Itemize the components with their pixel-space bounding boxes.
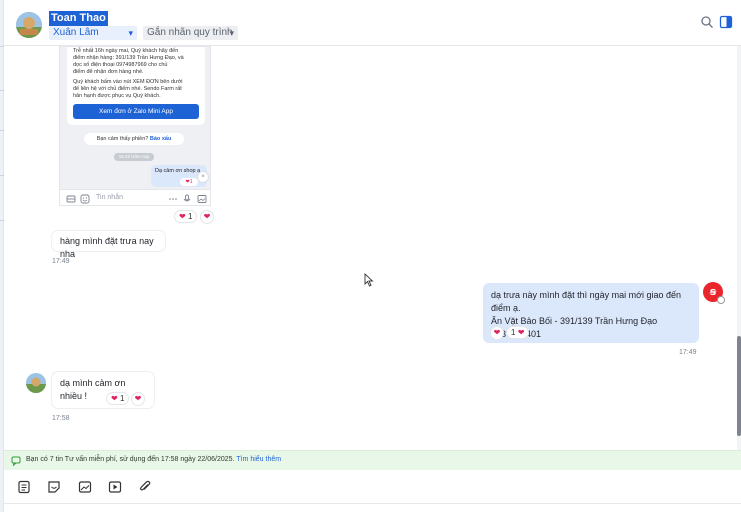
incoming-message[interactable]: hàng mình đặt trưa nay nha [52, 231, 165, 259]
card-text: hân hạnh được phục vụ Quý khách. [73, 93, 161, 99]
tag-select[interactable]: Gắn nhãn quy trình ▾ [143, 26, 238, 40]
view-order-button: Xem đơn ở Zalo Mini App [73, 104, 199, 119]
tag-select-value: Gắn nhãn quy trình [147, 27, 233, 38]
react-heart-button[interactable]: ❤ [131, 392, 145, 406]
reaction-count: 1 [511, 328, 516, 337]
chat-header: Toan Thao Xuân Lâm ▾ Gắn nhãn quy trình … [4, 0, 741, 46]
inbox-icon [66, 195, 76, 203]
microphone-icon [183, 194, 191, 202]
heart-icon: ❤ [179, 212, 186, 221]
notice-text: Bạn có 7 tin Tư vấn miễn phí, sử dụng đế… [26, 456, 235, 463]
time-chip: 16:22 Hôm nay [114, 153, 154, 161]
composer-input-area[interactable] [4, 504, 741, 512]
card-text: dọc số điện thoại 0974987969 cho chủ [73, 62, 168, 68]
contact-name[interactable]: Toan Thao [49, 11, 108, 26]
card-text: để liên hệ với chủ điểm nhé. Sendo Farm … [73, 86, 182, 92]
scrollbar-thumb[interactable] [737, 336, 741, 436]
reaction-pill[interactable]: ❤ 1 [174, 210, 198, 223]
chat-bubble-icon [11, 456, 21, 466]
video-icon[interactable] [108, 480, 122, 494]
chevron-down-icon: ▾ [128, 28, 133, 38]
sticker-icon[interactable] [47, 480, 61, 494]
chevron-down-icon: ▾ [229, 28, 234, 38]
emoji-icon [80, 194, 90, 204]
shop-avatar[interactable]: ꞩ [703, 282, 725, 304]
contact-avatar[interactable] [16, 12, 42, 38]
embedded-input-placeholder: Tin nhắn [96, 194, 123, 201]
message-text: dạ trưa này mình đặt thì ngày mai mới gi… [491, 290, 682, 313]
attachment-icon[interactable] [138, 480, 152, 494]
card-text: Quý khách bấm vào nút XEM ĐƠN bên dưới [73, 79, 183, 85]
learn-more-link[interactable]: Tìm hiểu thêm [236, 456, 281, 463]
area-select[interactable]: Xuân Lâm ▾ [49, 26, 137, 40]
message-time: 17:49 [679, 349, 697, 356]
react-heart-button[interactable]: ❤ [490, 326, 504, 340]
message-text: hàng mình đặt trưa nay nha [60, 236, 154, 259]
scrollbar[interactable] [737, 46, 741, 450]
react-heart-button[interactable]: ❤ [200, 210, 214, 224]
feedback-question: Bạn cảm thấy phiền? [96, 136, 149, 142]
area-select-value: Xuân Lâm [53, 27, 99, 38]
reaction-count: 1 [187, 212, 193, 221]
image-icon [197, 195, 207, 203]
search-icon[interactable] [700, 15, 714, 29]
embedded-input-bar: Tin nhắn [60, 189, 210, 205]
heart-icon: ❤ [517, 328, 525, 337]
reaction-pill[interactable]: 1 ❤ [506, 326, 530, 339]
heart-icon: ❤ [111, 394, 118, 403]
image-icon[interactable] [78, 480, 92, 494]
free-consult-notice: Bạn có 7 tin Tư vấn miễn phí, sử dụng đế… [4, 450, 741, 470]
reaction-count: 1 [119, 394, 125, 403]
close-icon: × [197, 171, 209, 183]
quick-message-icon[interactable] [17, 480, 31, 494]
order-card: Trễ nhất 16h ngày mai, Quý khách hãy đến… [67, 47, 205, 125]
message-list[interactable]: Trễ nhất 16h ngày mai, Quý khách hãy đến… [4, 46, 737, 450]
message-time: 17:58 [52, 415, 70, 422]
mouse-cursor-icon [364, 273, 374, 287]
more-icon [169, 198, 177, 200]
embedded-reaction-count: 1 [189, 179, 193, 185]
status-dot [717, 296, 725, 304]
composer-toolbar [4, 470, 741, 504]
message-time: 17:49 [52, 258, 70, 265]
card-text: điểm nhận hàng: 391/139 Trần Hưng Đạo, v… [73, 55, 184, 61]
shop-logo-icon: ꞩ [709, 286, 717, 298]
feedback-prompt: Bạn cảm thấy phiền? Báo xấu [84, 133, 184, 145]
report-link: Báo xấu [149, 136, 172, 142]
side-panel-icon[interactable] [719, 15, 733, 29]
embedded-reaction: ❤1 [180, 178, 198, 186]
card-text: Trễ nhất 16h ngày mai, Quý khách hãy đến [73, 48, 179, 54]
contact-avatar[interactable] [26, 373, 46, 393]
reaction-pill[interactable]: ❤ 1 [106, 392, 130, 405]
card-text: điểm để nhận đơn hàng nhé. [73, 69, 144, 75]
image-message[interactable]: Trễ nhất 16h ngày mai, Quý khách hãy đến… [59, 46, 211, 206]
